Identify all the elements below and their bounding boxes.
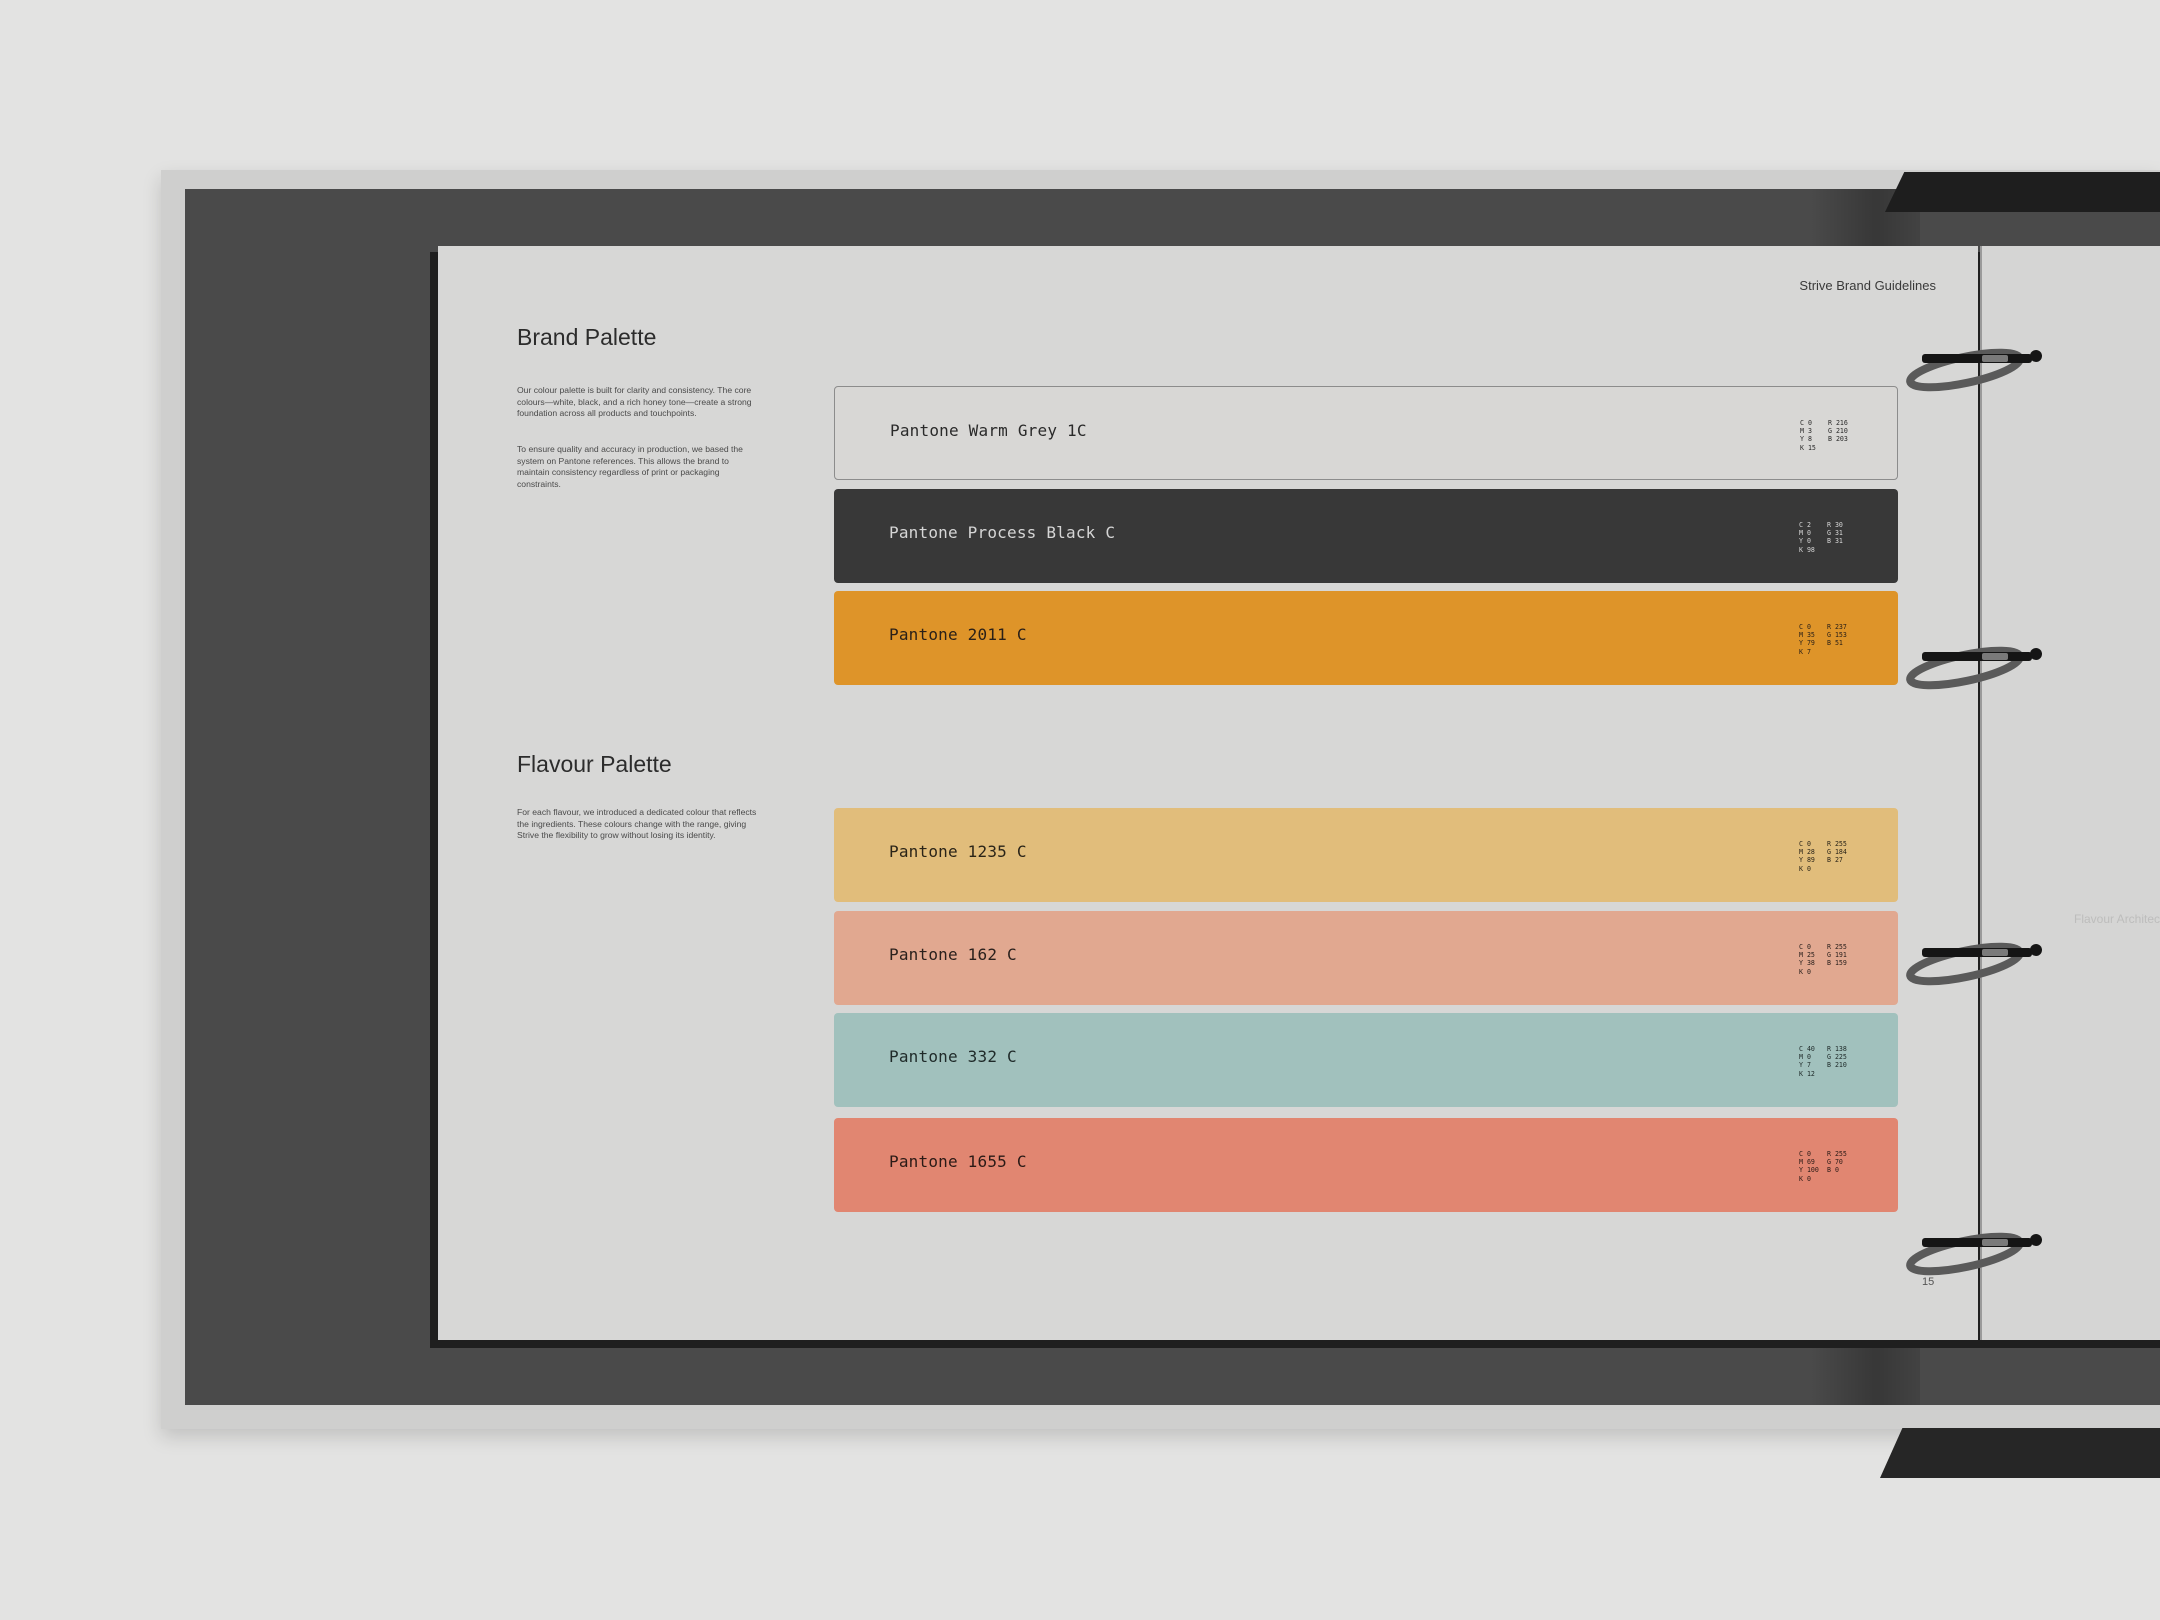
rgb-r: R 255	[1827, 840, 1847, 848]
swatch-color-codes: C 0 R 255 M 69 G 70 Y 100 B 0 K 0	[1799, 1150, 1859, 1183]
swatch-color-codes: C 40 R 138 M 0 G 225 Y 7 B 210 K 12	[1799, 1045, 1859, 1078]
rgb-b: B 27	[1827, 856, 1843, 865]
guideline-page: Strive Brand Guidelines Brand Palette Ou…	[438, 246, 1978, 1340]
cmyk-k: K 98	[1799, 545, 1815, 554]
ring-mechanism-bottom	[1880, 1428, 2160, 1478]
cmyk-m: M 69	[1799, 1158, 1815, 1167]
cmyk-y: Y 89	[1799, 856, 1815, 865]
cmyk-m: M 3	[1800, 427, 1812, 436]
rgb-b: B 203	[1828, 435, 1848, 444]
cmyk-y: Y 0	[1799, 537, 1811, 546]
cmyk-c: C 0	[1800, 419, 1812, 427]
binder-ring-1	[1906, 348, 2042, 392]
swatch-color-codes: C 0 R 255 M 25 G 191 Y 38 B 159 K 0	[1799, 943, 1859, 976]
cmyk-k: K 0	[1799, 864, 1811, 873]
swatch-color-codes: C 2 R 30 M 0 G 31 Y 0 B 31 K 98	[1799, 521, 1859, 554]
rgb-r: R 237	[1827, 623, 1847, 631]
swatch-332: Pantone 332 C C 40 R 138 M 0 G 225 Y 7 B 21…	[834, 1013, 1898, 1107]
rgb-b: B 159	[1827, 959, 1847, 968]
cmyk-y: Y 38	[1799, 959, 1815, 968]
swatch-162: Pantone 162 C C 0 R 255 M 25 G 191 Y 38 B 1…	[834, 911, 1898, 1005]
cmyk-k: K 0	[1799, 1174, 1811, 1183]
rgb-g: G 184	[1827, 848, 1847, 857]
swatch-1655: Pantone 1655 C C 0 R 255 M 69 G 70 Y 100 B …	[834, 1118, 1898, 1212]
cmyk-k: K 12	[1799, 1069, 1815, 1078]
swatch-name: Pantone Warm Grey 1C	[890, 421, 1087, 440]
swatch-name: Pantone 162 C	[889, 945, 1017, 964]
cmyk-c: C 0	[1799, 943, 1811, 951]
rgb-g: G 31	[1827, 529, 1843, 538]
cmyk-c: C 2	[1799, 521, 1811, 529]
rgb-b: B 210	[1827, 1061, 1847, 1070]
rgb-b: B 51	[1827, 639, 1843, 648]
cmyk-c: C 0	[1799, 1150, 1811, 1158]
swatch-name: Pantone 2011 C	[889, 625, 1027, 644]
cmyk-k: K 15	[1800, 443, 1816, 452]
cmyk-y: Y 8	[1800, 435, 1812, 444]
brand-palette-production-note: To ensure quality and accuracy in produc…	[517, 444, 743, 489]
rgb-g: G 191	[1827, 951, 1847, 960]
rgb-r: R 255	[1827, 943, 1847, 951]
swatch-2011: Pantone 2011 C C 0 R 237 M 35 G 153 Y 79 B …	[834, 591, 1898, 685]
cmyk-m: M 25	[1799, 951, 1815, 960]
cmyk-m: M 28	[1799, 848, 1815, 857]
rgb-g: G 70	[1827, 1158, 1843, 1167]
next-page-text: Flavour Architecture	[2074, 912, 2160, 926]
cmyk-c: C 0	[1799, 840, 1811, 848]
cmyk-k: K 7	[1799, 647, 1811, 656]
ring-mechanism-top	[1885, 172, 2160, 212]
brand-palette-heading: Brand Palette	[517, 324, 657, 350]
cmyk-y: Y 79	[1799, 639, 1815, 648]
cmyk-k: K 0	[1799, 967, 1811, 976]
swatch-color-codes: C 0 R 237 M 35 G 153 Y 79 B 51 K 7	[1799, 623, 1859, 656]
document-title: Strive Brand Guidelines	[1799, 278, 1936, 293]
flavour-palette-heading: Flavour Palette	[517, 751, 672, 777]
swatch-name: Pantone 332 C	[889, 1047, 1017, 1066]
cmyk-y: Y 100	[1799, 1166, 1819, 1175]
swatch-name: Pantone 1235 C	[889, 842, 1027, 861]
swatch-name: Pantone Process Black C	[889, 523, 1116, 542]
rgb-r: R 138	[1827, 1045, 1847, 1053]
swatch-color-codes: C 0 R 216 M 3 G 210 Y 8 B 203 K 15	[1800, 419, 1860, 452]
rgb-b: B 0	[1827, 1166, 1839, 1175]
swatch-process-black: Pantone Process Black C C 2 R 30 M 0 G 31 …	[834, 489, 1898, 583]
cmyk-m: M 0	[1799, 529, 1811, 538]
binder-ring-2	[1906, 646, 2042, 690]
cmyk-m: M 35	[1799, 631, 1815, 640]
rgb-b: B 31	[1827, 537, 1843, 546]
cmyk-m: M 0	[1799, 1053, 1811, 1062]
rgb-g: G 225	[1827, 1053, 1847, 1062]
rgb-r: R 255	[1827, 1150, 1847, 1158]
cmyk-y: Y 7	[1799, 1061, 1811, 1070]
cmyk-c: C 40	[1799, 1045, 1815, 1053]
binder-ring-3	[1906, 942, 2042, 986]
swatch-warm-grey: Pantone Warm Grey 1C C 0 R 216 M 3 G 210 Y…	[834, 386, 1898, 480]
flavour-palette-intro: For each flavour, we introduced a dedica…	[517, 807, 757, 840]
rgb-g: G 153	[1827, 631, 1847, 640]
rgb-r: R 30	[1827, 521, 1843, 529]
next-page: Flavour Architecture	[1980, 246, 2160, 1340]
rgb-r: R 216	[1828, 419, 1848, 427]
swatch-color-codes: C 0 R 255 M 28 G 184 Y 89 B 27 K 0	[1799, 840, 1859, 873]
brand-palette-intro: Our colour palette is built for clarity …	[517, 385, 752, 418]
swatch-name: Pantone 1655 C	[889, 1152, 1027, 1171]
binder-ring-4	[1906, 1232, 2042, 1276]
cmyk-c: C 0	[1799, 623, 1811, 631]
swatch-1235: Pantone 1235 C C 0 R 255 M 28 G 184 Y 89 B …	[834, 808, 1898, 902]
rgb-g: G 210	[1828, 427, 1848, 436]
